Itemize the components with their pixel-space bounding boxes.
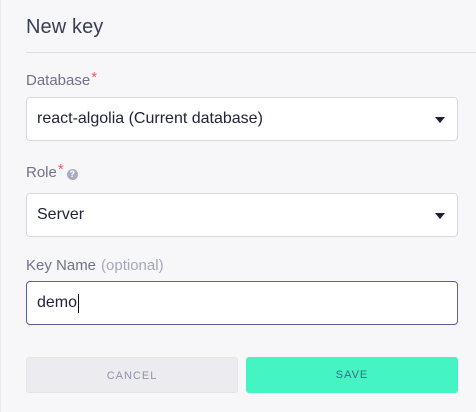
chevron-down-icon — [435, 117, 445, 123]
key-name-input[interactable]: demo — [26, 281, 458, 325]
database-select[interactable]: react-algolia (Current database) — [26, 97, 458, 141]
key-name-label-row: Key Name (optional) — [26, 257, 164, 274]
database-label-row: Database * — [26, 69, 98, 89]
chevron-down-icon — [435, 213, 445, 219]
save-button[interactable]: SAVE — [246, 357, 458, 393]
title-divider — [26, 52, 476, 53]
cancel-button[interactable]: CANCEL — [26, 357, 238, 393]
database-select-value: react-algolia (Current database) — [37, 110, 263, 127]
role-label-row: Role * ? — [26, 161, 78, 181]
key-name-input-value: demo — [37, 294, 78, 311]
new-key-panel: New key Database * react-algolia (Curren… — [0, 0, 476, 412]
role-select[interactable]: Server — [26, 193, 458, 237]
role-label: Role — [26, 164, 57, 181]
help-icon[interactable]: ? — [66, 169, 78, 180]
text-cursor — [78, 293, 80, 313]
database-label: Database — [26, 72, 91, 89]
role-select-value: Server — [37, 206, 85, 223]
panel-title: New key — [26, 16, 104, 38]
key-name-label: Key Name — [26, 257, 97, 274]
role-required-mark: * — [57, 161, 64, 178]
key-name-optional-hint: (optional) — [101, 257, 164, 274]
database-required-mark: * — [91, 69, 98, 86]
